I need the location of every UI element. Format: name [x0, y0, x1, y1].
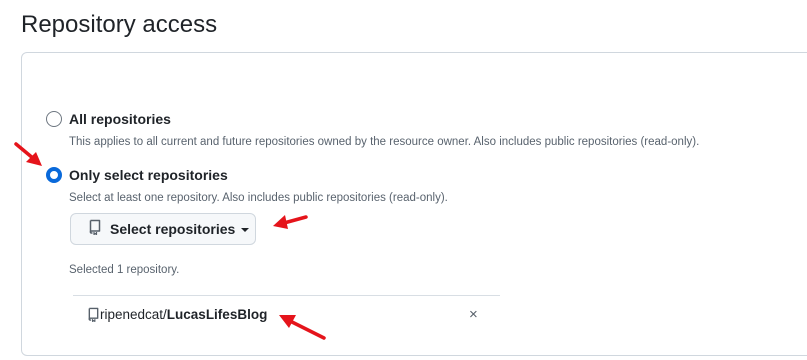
annotation-arrow-button: [273, 215, 308, 229]
repo-name: LucasLifesBlog: [166, 307, 268, 322]
select-repositories-button[interactable]: Select repositories: [70, 213, 256, 245]
only-select-description: Select at least one repository. Also inc…: [69, 192, 448, 204]
radio-option-only-select-repositories[interactable]: Only select repositories: [46, 167, 228, 183]
repo-icon: [87, 307, 100, 322]
list-divider: [73, 295, 500, 296]
section-title: Repository access: [21, 11, 218, 38]
remove-repo-button[interactable]: ×: [469, 306, 478, 323]
annotation-arrow-repo: [279, 315, 326, 340]
repo-icon: [88, 219, 102, 240]
radio-label-all-repositories: All repositories: [69, 111, 171, 127]
all-repositories-description: This applies to all current and future r…: [69, 136, 700, 148]
selected-count-text: Selected 1 repository.: [69, 264, 180, 276]
radio-all-repositories[interactable]: [46, 111, 62, 127]
radio-label-only-select-repositories: Only select repositories: [69, 167, 228, 183]
radio-only-select-repositories[interactable]: [46, 167, 62, 183]
annotation-arrow-radio: [14, 142, 42, 166]
selected-repo-item: ripenedcat/LucasLifesBlog: [87, 307, 267, 322]
select-repositories-label: Select repositories: [110, 221, 236, 237]
caret-down-icon: [241, 228, 250, 232]
repo-owner: ripenedcat/: [100, 307, 167, 322]
radio-option-all-repositories[interactable]: All repositories: [46, 111, 171, 127]
